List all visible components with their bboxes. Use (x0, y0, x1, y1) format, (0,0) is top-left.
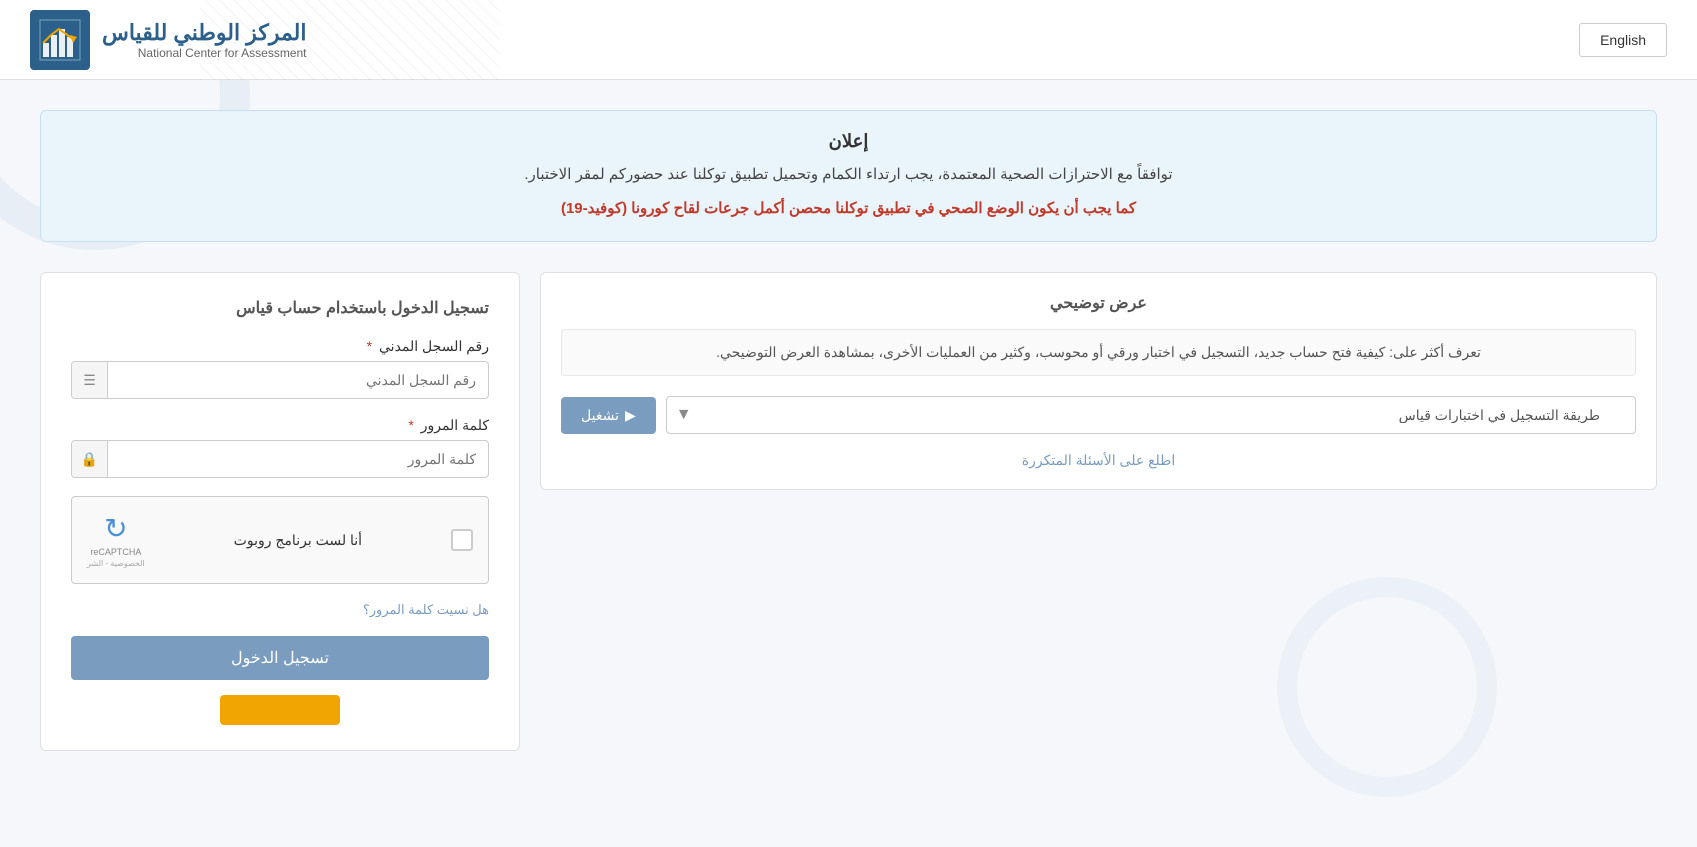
header: English المركز الوطني للقياس National Ce… (0, 0, 1697, 80)
demo-controls: طريقة التسجيل في اختبارات قياس ▼ ▶ تشغيل (561, 396, 1636, 434)
main-content: إعلان توافقاً مع الاحترازات الصحية المعت… (0, 80, 1697, 781)
id-required-marker: * (367, 338, 372, 354)
password-input[interactable] (108, 441, 488, 477)
password-label: كلمة المرور * (71, 417, 489, 434)
announcement-title: إعلان (71, 131, 1626, 152)
password-label-text: كلمة المرور (421, 417, 489, 433)
announcement-warning: كما يجب أن يكون الوضع الصحي في تطبيق توك… (71, 196, 1626, 222)
demo-select[interactable]: طريقة التسجيل في اختبارات قياس (666, 396, 1636, 434)
play-icon: ▶ (625, 407, 636, 424)
id-label: رقم السجل المدني * (71, 338, 489, 355)
login-button[interactable]: تسجيل الدخول (71, 636, 489, 680)
announcement-text: توافقاً مع الاحترازات الصحية المعتمدة، ي… (71, 162, 1626, 188)
recaptcha-logo: ↻ reCAPTCHA الخصوصية - الشر (87, 512, 145, 568)
password-field-icon: 🔒 (72, 441, 108, 477)
id-input[interactable] (108, 362, 488, 398)
announcement-banner: إعلان توافقاً مع الاحترازات الصحية المعت… (40, 110, 1657, 242)
run-button[interactable]: ▶ تشغيل (561, 397, 656, 434)
password-input-wrapper: 🔒 (71, 440, 489, 478)
recaptcha-box[interactable]: أنا لست برنامج روبوت ↻ reCAPTCHA الخصوصي… (71, 496, 489, 584)
language-toggle-button[interactable]: English (1579, 23, 1667, 57)
run-button-label: تشغيل (581, 407, 619, 424)
two-col-layout: عرض توضيحي تعرف أكثر على: كيفية فتح حساب… (40, 272, 1657, 751)
demo-select-wrapper: طريقة التسجيل في اختبارات قياس ▼ (666, 396, 1636, 434)
demo-panel-title: عرض توضيحي (561, 293, 1636, 313)
person-icon: ☰ (83, 372, 96, 389)
id-field-icon: ☰ (72, 362, 108, 398)
id-form-group: رقم السجل المدني * ☰ (71, 338, 489, 399)
recaptcha-label: أنا لست برنامج روبوت (234, 532, 362, 549)
header-pattern (200, 0, 500, 80)
faq-link[interactable]: اطلع على الأسئلة المتكررة (561, 452, 1636, 469)
orange-button-hint (220, 695, 340, 725)
recaptcha-sub: الخصوصية - الشر (87, 559, 145, 568)
logo-icon (30, 10, 90, 70)
demo-description: تعرف أكثر على: كيفية فتح حساب جديد، التس… (561, 329, 1636, 376)
recaptcha-brand: reCAPTCHA (90, 547, 141, 557)
login-title: تسجيل الدخول باستخدام حساب قياس (71, 298, 489, 318)
password-required-marker: * (408, 417, 413, 433)
login-panel: تسجيل الدخول باستخدام حساب قياس رقم السج… (40, 272, 520, 751)
lock-icon: 🔒 (81, 451, 98, 468)
id-input-wrapper: ☰ (71, 361, 489, 399)
demo-panel: عرض توضيحي تعرف أكثر على: كيفية فتح حساب… (540, 272, 1657, 490)
forgot-password-link[interactable]: هل نسيت كلمة المرور؟ (71, 602, 489, 618)
id-label-text: رقم السجل المدني (379, 338, 489, 354)
password-form-group: كلمة المرور * 🔒 (71, 417, 489, 478)
recaptcha-icon: ↻ (104, 512, 127, 545)
recaptcha-checkbox[interactable] (451, 529, 473, 551)
